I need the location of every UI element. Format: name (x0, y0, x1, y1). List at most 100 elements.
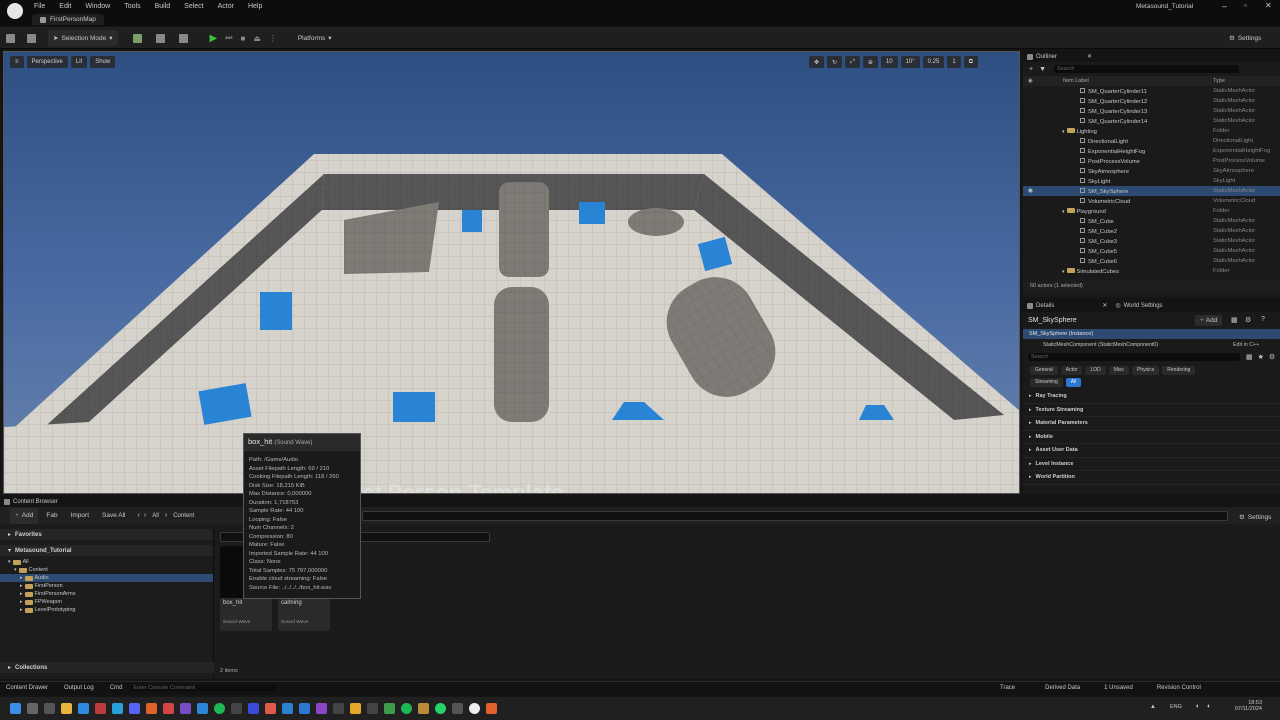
outliner-row[interactable]: SM_QuarterCylinder12 StaticMeshActor (1023, 96, 1280, 106)
details-search-input[interactable]: Search (1028, 353, 1240, 361)
app-icon-8[interactable] (248, 703, 259, 714)
app-icon-7[interactable] (231, 703, 242, 714)
app-icon-1[interactable] (95, 703, 106, 714)
outliner-row[interactable]: SM_Cube6 StaticMeshActor (1023, 256, 1280, 266)
world-settings-tab[interactable]: World Settings (1124, 303, 1163, 309)
save-icon[interactable] (6, 33, 15, 43)
more-icon[interactable]: ⋮ (269, 34, 277, 43)
folder-audio[interactable]: ▸ Audio (0, 574, 213, 582)
expand-arrow-icon[interactable]: ▸ (20, 591, 23, 597)
output-log-button[interactable]: Output Log (64, 685, 94, 691)
app-icon-11[interactable] (316, 703, 327, 714)
filter-rendering[interactable]: Rendering (1162, 365, 1196, 375)
maximize-icon[interactable]: ▫ (1244, 1, 1247, 10)
stop-icon[interactable]: ■ (240, 34, 245, 43)
app-icon-17[interactable] (418, 703, 429, 714)
revision-control-button[interactable]: Revision Control (1157, 685, 1201, 691)
rotate-icon[interactable]: ↻ (827, 56, 843, 68)
menu-edit[interactable]: Edit (59, 3, 71, 10)
details-settings-icon[interactable]: ⚙ (1269, 353, 1275, 361)
category-world-partition[interactable]: ▸ World Partition (1023, 471, 1280, 485)
network-icon[interactable]: ◐ (1196, 703, 1200, 710)
outliner-row[interactable]: DirectionalLight DirectionalLight (1023, 136, 1280, 146)
tray-icon[interactable]: ▲ (1150, 704, 1156, 710)
app-icon-13[interactable] (350, 703, 361, 714)
outliner-row[interactable]: SM_Cube StaticMeshActor (1023, 216, 1280, 226)
outliner-row[interactable]: ▾ Lighting Folder (1023, 126, 1280, 136)
folder-content[interactable]: ▾ Content (0, 566, 213, 574)
world-icon[interactable]: ⊕ (862, 56, 878, 68)
collapse-arrow-icon[interactable]: ▾ (1062, 269, 1065, 275)
clock[interactable]: 18:53 07/11/2024 (1226, 700, 1262, 712)
outliner-row[interactable]: SM_Cube2 StaticMeshActor (1023, 226, 1280, 236)
file-explorer-icon[interactable] (61, 703, 72, 714)
volume-icon[interactable]: ◖ (1206, 703, 1210, 710)
minimize-icon[interactable]: ‒ (1222, 1, 1227, 11)
app-icon-5[interactable] (180, 703, 191, 714)
visibility-icon[interactable]: ◉ (1028, 188, 1033, 194)
details-add-button[interactable]: + Add (1195, 315, 1223, 326)
trace-button[interactable]: Trace (1000, 685, 1015, 691)
expand-arrow-icon[interactable]: ▸ (20, 599, 23, 605)
task-view-icon[interactable] (44, 703, 55, 714)
menu-select[interactable]: Select (184, 3, 203, 10)
actor-settings-icon[interactable]: ⚙ (1245, 316, 1251, 324)
app-icon-4[interactable] (163, 703, 174, 714)
filter-general[interactable]: General (1030, 365, 1058, 375)
whatsapp-icon[interactable] (435, 703, 446, 714)
property-matrix-icon[interactable]: ▦ (1246, 353, 1253, 361)
outliner-row[interactable]: ▾ Playground Folder (1023, 206, 1280, 216)
filter-misc[interactable]: Misc (1108, 365, 1130, 375)
actor-name[interactable]: SM_SkySphere (1028, 317, 1077, 324)
blueprint-icon[interactable] (155, 33, 165, 43)
outliner-tab[interactable]: Outliner (1036, 54, 1057, 60)
category-ray-tracing[interactable]: ▸ Ray Tracing (1023, 390, 1280, 404)
cmd-button[interactable]: Cmd (110, 685, 123, 691)
browser-icon[interactable] (78, 703, 89, 714)
import-button[interactable]: Import (66, 508, 94, 524)
search-bar[interactable] (362, 511, 1228, 521)
outliner-row[interactable]: ▾ SimulatedCubes Folder (1023, 266, 1280, 276)
scale-icon[interactable]: ⤢ (845, 56, 860, 68)
expand-arrow-icon[interactable]: ▾ (8, 559, 11, 565)
folder-firstpersonarms[interactable]: ▸ FirstPersonArms (0, 590, 213, 598)
console-input[interactable]: Enter Console Command (130, 685, 277, 691)
unreal-logo-icon[interactable] (7, 3, 23, 19)
cinematics-icon[interactable] (178, 33, 188, 43)
outliner-row[interactable]: PostProcessVolume PostProcessVolume (1023, 156, 1280, 166)
play-icon[interactable]: ▶ (210, 33, 218, 44)
browse-icon[interactable] (27, 33, 36, 43)
fab-button[interactable]: Fab (41, 508, 62, 524)
filter-streaming[interactable]: Streaming (1030, 377, 1063, 387)
expand-arrow-icon[interactable]: ▸ (20, 607, 23, 613)
details-close-icon[interactable]: ✕ (1102, 302, 1107, 309)
menu-tools[interactable]: Tools (124, 3, 140, 10)
spotify-icon[interactable] (214, 703, 225, 714)
category-level-instance[interactable]: ▸ Level Instance (1023, 458, 1280, 471)
grid-snap-button[interactable]: 10 (880, 56, 898, 68)
app-icon-10[interactable] (282, 703, 293, 714)
edit-cpp-link[interactable]: Edit in C++ (1233, 342, 1259, 348)
lit-button[interactable]: Lit (70, 56, 88, 68)
app-icon-12[interactable] (333, 703, 344, 714)
content-browser-tab[interactable]: Content Browser (13, 499, 58, 505)
level-viewport[interactable]: ≡ Perspective Lit Show ✥ ↻ ⤢ ⊕ 10 10° 0.… (3, 51, 1020, 494)
col-item-label[interactable]: Item Label (1063, 78, 1089, 84)
menu-actor[interactable]: Actor (218, 3, 234, 10)
forward-icon[interactable]: › (144, 512, 146, 519)
language-indicator[interactable]: ENG (1170, 704, 1182, 710)
search-icon[interactable] (27, 703, 38, 714)
cb-settings-button[interactable]: ⚙ Settings (1234, 509, 1276, 525)
unreal-taskbar-icon[interactable] (469, 703, 480, 714)
derived-data-button[interactable]: Derived Data (1045, 685, 1080, 691)
category-asset-user-data[interactable]: ▸ Asset User Data (1023, 444, 1280, 458)
step-icon[interactable]: ⏭ (225, 33, 232, 43)
outliner-row[interactable]: SM_Cube5 StaticMeshActor (1023, 246, 1280, 256)
folder-levelprototyping[interactable]: ▸ LevelPrototyping (0, 606, 213, 614)
app-icon-19[interactable] (486, 703, 497, 714)
filter-icon[interactable]: ▼ (1039, 66, 1046, 73)
windows-start-icon[interactable] (10, 703, 21, 714)
filter-physics[interactable]: Physics (1132, 365, 1160, 375)
outliner-row[interactable]: ExponentialHeightFog ExponentialHeightFog (1023, 146, 1280, 156)
menu-build[interactable]: Build (155, 3, 171, 10)
